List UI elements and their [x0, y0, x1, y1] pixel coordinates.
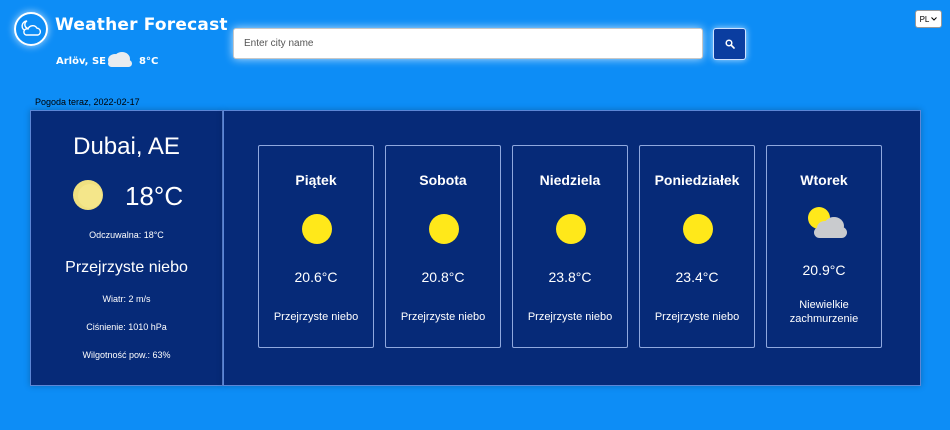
forecast-day-temp: 23.8°C — [548, 269, 592, 285]
forecast-day-description: Przejrzyste niebo — [654, 311, 740, 323]
forecast-day-name: Niedziela — [539, 172, 601, 188]
search-button[interactable] — [713, 28, 746, 60]
sun-icon — [429, 214, 459, 244]
app-title: Weather Forecast — [55, 15, 228, 35]
current-description: Przejrzyste niebo — [65, 259, 188, 276]
search-input[interactable] — [233, 28, 703, 59]
forecast-day-card: Sobota 20.8°C Przejrzyste niebo — [385, 145, 501, 348]
current-location-name: Arlöv, SE — [56, 56, 106, 67]
current-date-label: Pogoda teraz, 2022-02-17 — [35, 97, 140, 107]
sun-icon — [683, 214, 713, 244]
sun-icon — [73, 180, 103, 210]
forecast-day-description: Przejrzyste niebo — [527, 311, 613, 323]
current-weather-panel: Dubai, AE 18°C Odczuwalna: 18°C Przejrzy… — [30, 110, 223, 386]
cloud-icon — [108, 52, 132, 67]
forecast-day-card: Niedziela 23.8°C Przejrzyste niebo — [512, 145, 628, 348]
forecast-day-temp: 20.8°C — [421, 269, 465, 285]
feels-like: Odczuwalna: 18°C — [89, 230, 164, 240]
sun-icon — [302, 214, 332, 244]
chevron-down-icon — [931, 17, 938, 21]
forecast-day-description: Niewielkie zachmurzenie — [789, 299, 859, 325]
forecast-day-card: Piątek 20.6°C Przejrzyste niebo — [258, 145, 374, 348]
forecast-day-name: Wtorek — [800, 172, 848, 188]
logo-icon — [14, 12, 48, 46]
sun-icon — [556, 214, 586, 244]
forecast-day-temp: 20.6°C — [294, 269, 338, 285]
language-select[interactable]: PL — [915, 10, 942, 28]
current-city: Dubai, AE — [73, 133, 180, 160]
forecast-day-name: Poniedziałek — [654, 172, 740, 188]
humidity: Wilgotność pow.: 63% — [82, 350, 171, 360]
wind: Wiatr: 2 m/s — [102, 294, 151, 304]
forecast-day-description: Przejrzyste niebo — [273, 311, 359, 323]
language-select-value: PL — [919, 14, 930, 24]
forecast-day-temp: 20.9°C — [802, 262, 846, 278]
forecast-day-name: Piątek — [295, 172, 337, 188]
cloud-moon-icon — [21, 20, 42, 36]
forecast-day-card: Poniedziałek 23.4°C Przejrzyste niebo — [639, 145, 755, 348]
forecast-day-card: Wtorek 20.9°C Niewielkie zachmurzenie — [766, 145, 882, 348]
forecast-day-name: Sobota — [419, 172, 467, 188]
current-location-temp: 8°C — [139, 56, 159, 67]
forecast-day-description: Przejrzyste niebo — [400, 311, 486, 323]
forecast-day-temp: 23.4°C — [675, 269, 719, 285]
pressure: Ciśnienie: 1010 hPa — [86, 322, 167, 332]
current-temp: 18°C — [125, 181, 184, 211]
sun-behind-cloud-icon — [808, 207, 847, 238]
search-icon — [724, 39, 735, 49]
